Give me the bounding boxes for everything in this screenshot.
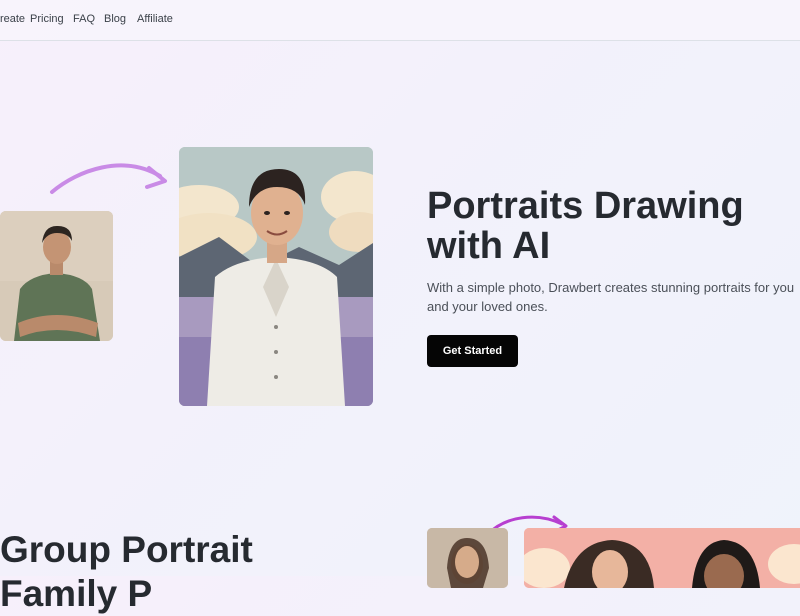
- section-title-line1: Group Portrait: [0, 529, 253, 570]
- section-title-line2: Family P: [0, 573, 153, 614]
- curved-arrow-icon: [50, 163, 167, 194]
- illustrated-portrait: [179, 147, 373, 406]
- nav-link-pricing[interactable]: Pricing: [30, 13, 64, 25]
- nav-link-faq[interactable]: FAQ: [73, 13, 95, 25]
- nav-link-create[interactable]: Create: [0, 13, 25, 25]
- group-illustrated-portrait: [524, 528, 800, 588]
- get-started-button[interactable]: Get Started: [427, 335, 518, 367]
- top-nav: Create Pricing FAQ Blog Affiliate: [0, 0, 800, 41]
- hero-subtitle: With a simple photo, Drawbert creates st…: [427, 280, 795, 314]
- nav-link-affiliate[interactable]: Affiliate: [137, 13, 173, 25]
- group-source-photo: [427, 528, 508, 588]
- section-title: Group Portrait Family P: [0, 528, 420, 616]
- nav-link-blog[interactable]: Blog: [104, 13, 126, 25]
- hero-title: Portraits Drawing with AI: [427, 185, 744, 267]
- source-photo: [0, 211, 113, 341]
